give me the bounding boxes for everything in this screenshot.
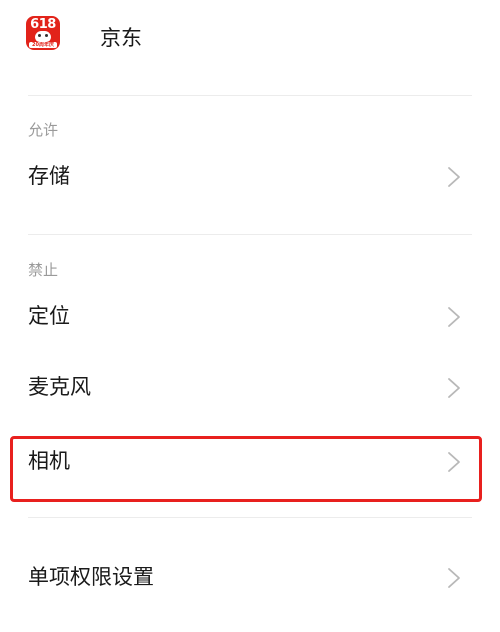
app-icon-strip: 20周年庆	[29, 42, 57, 48]
permission-row-location[interactable]: 定位	[0, 289, 500, 345]
chevron-right-icon	[448, 452, 460, 472]
permission-label: 麦克风	[28, 375, 91, 399]
chevron-right-icon	[448, 307, 460, 327]
single-permission-settings-row[interactable]: 单项权限设置	[0, 550, 500, 606]
section-label-allowed: 允许	[28, 121, 59, 139]
divider	[28, 234, 472, 235]
divider	[28, 517, 472, 518]
permission-row-camera[interactable]: 相机	[0, 434, 500, 490]
permission-row-microphone[interactable]: 麦克风	[0, 360, 500, 416]
app-name: 京东	[100, 26, 142, 50]
section-label-denied: 禁止	[28, 261, 59, 279]
chevron-right-icon	[448, 568, 460, 588]
single-permission-label: 单项权限设置	[28, 565, 154, 589]
permission-label: 定位	[28, 304, 70, 328]
divider	[28, 95, 472, 96]
chevron-right-icon	[448, 167, 460, 187]
jd-app-icon: 618 20周年庆	[26, 16, 60, 50]
permission-row-storage[interactable]: 存储	[0, 149, 500, 205]
chevron-right-icon	[448, 378, 460, 398]
permission-label: 存储	[28, 164, 70, 188]
permission-label: 相机	[28, 449, 70, 473]
app-header: 618 20周年庆 京东	[0, 0, 500, 80]
app-icon-badge: 618	[30, 17, 56, 32]
mascot-icon	[35, 31, 51, 42]
